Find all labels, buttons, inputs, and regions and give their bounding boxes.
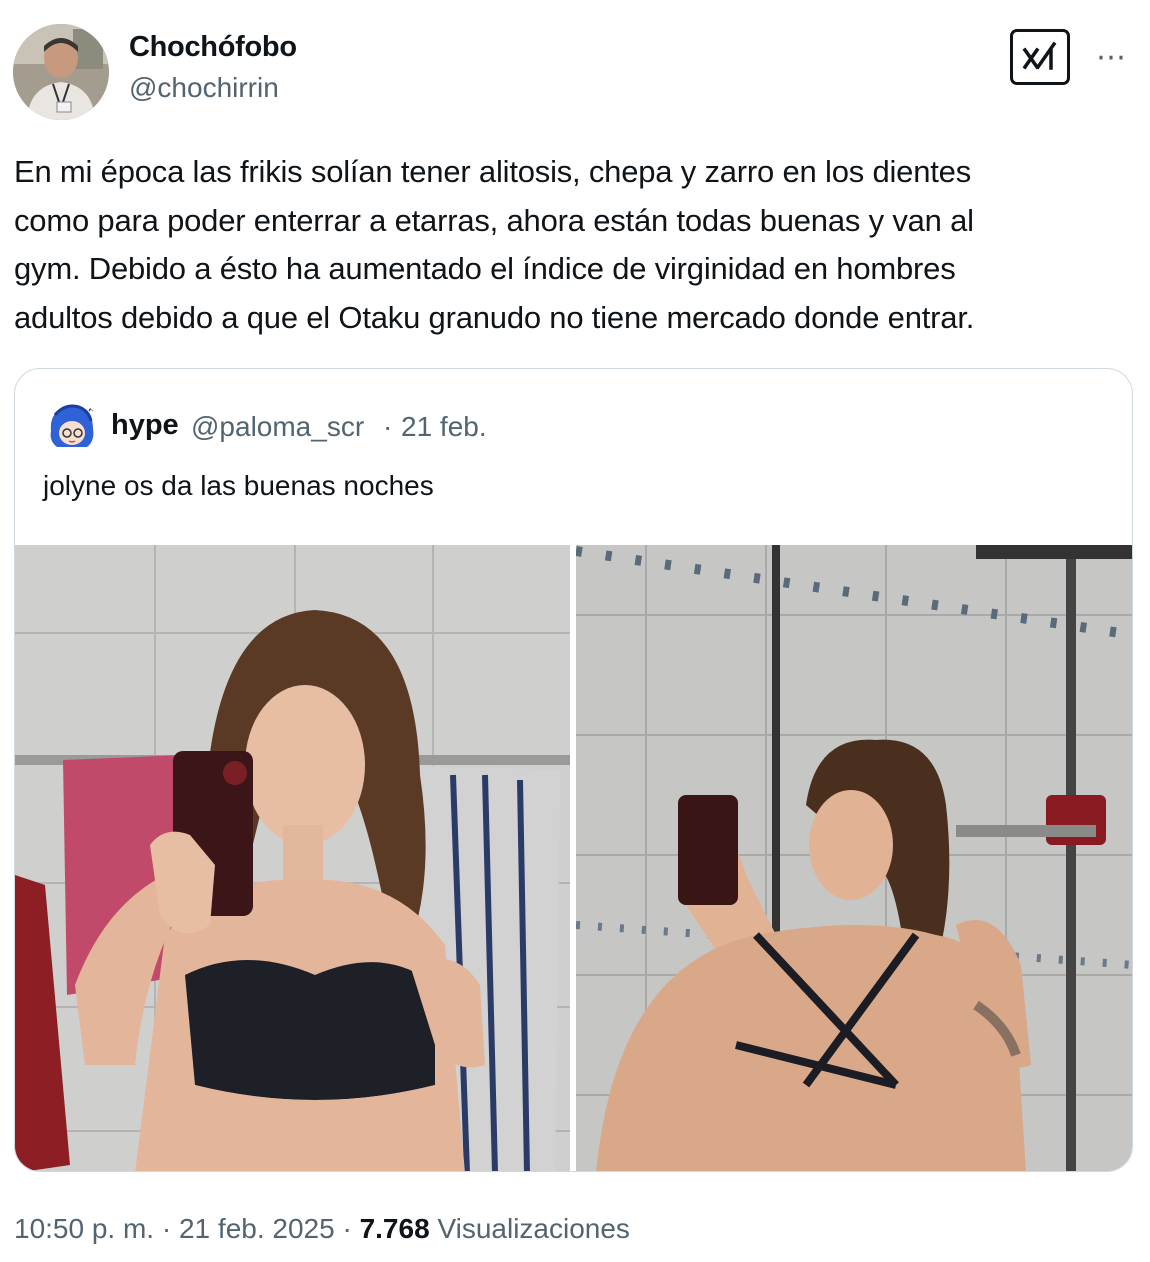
views-label: Visualizaciones xyxy=(437,1213,630,1244)
author-name[interactable]: Chochófobo xyxy=(129,31,297,64)
quoted-author-name[interactable]: hype xyxy=(111,409,179,442)
quoted-tweet-card[interactable]: hype @paloma_scr · 21 feb. jolyne os da … xyxy=(14,368,1133,1172)
quoted-media-1[interactable] xyxy=(15,545,570,1171)
quoted-avatar-image xyxy=(45,401,99,455)
views-count: 7.768 xyxy=(359,1213,430,1244)
quoted-author-avatar[interactable] xyxy=(45,401,99,455)
tweet-date[interactable]: 21 feb. 2025 xyxy=(179,1213,335,1244)
quoted-photo-2 xyxy=(576,545,1132,1171)
footer-separator: · xyxy=(342,1213,352,1244)
quoted-author-handle[interactable]: @paloma_scr xyxy=(191,411,364,443)
more-options-button[interactable]: ⋯ xyxy=(1096,40,1127,75)
quoted-separator: · xyxy=(383,411,393,442)
tweet-footer: 10:50 p. m. · 21 feb. 2025 · 7.768 Visua… xyxy=(14,1213,630,1245)
more-icon: ⋯ xyxy=(1096,41,1127,74)
tweet-time[interactable]: 10:50 p. m. xyxy=(14,1213,154,1244)
quoted-media-2[interactable] xyxy=(576,545,1132,1171)
grok-xai-icon xyxy=(1022,41,1057,70)
footer-separator: · xyxy=(161,1213,172,1244)
tweet-text: En mi época las frikis solían tener alit… xyxy=(14,154,975,335)
author-handle[interactable]: @chochirrin xyxy=(129,72,279,104)
quoted-date[interactable]: 21 feb. xyxy=(401,411,487,443)
quoted-photo-1 xyxy=(15,545,570,1171)
quoted-tweet-text: jolyne os da las buenas noches xyxy=(43,470,434,501)
grok-button[interactable] xyxy=(1010,29,1070,85)
author-avatar[interactable] xyxy=(13,24,109,120)
author-avatar-image xyxy=(13,24,109,120)
